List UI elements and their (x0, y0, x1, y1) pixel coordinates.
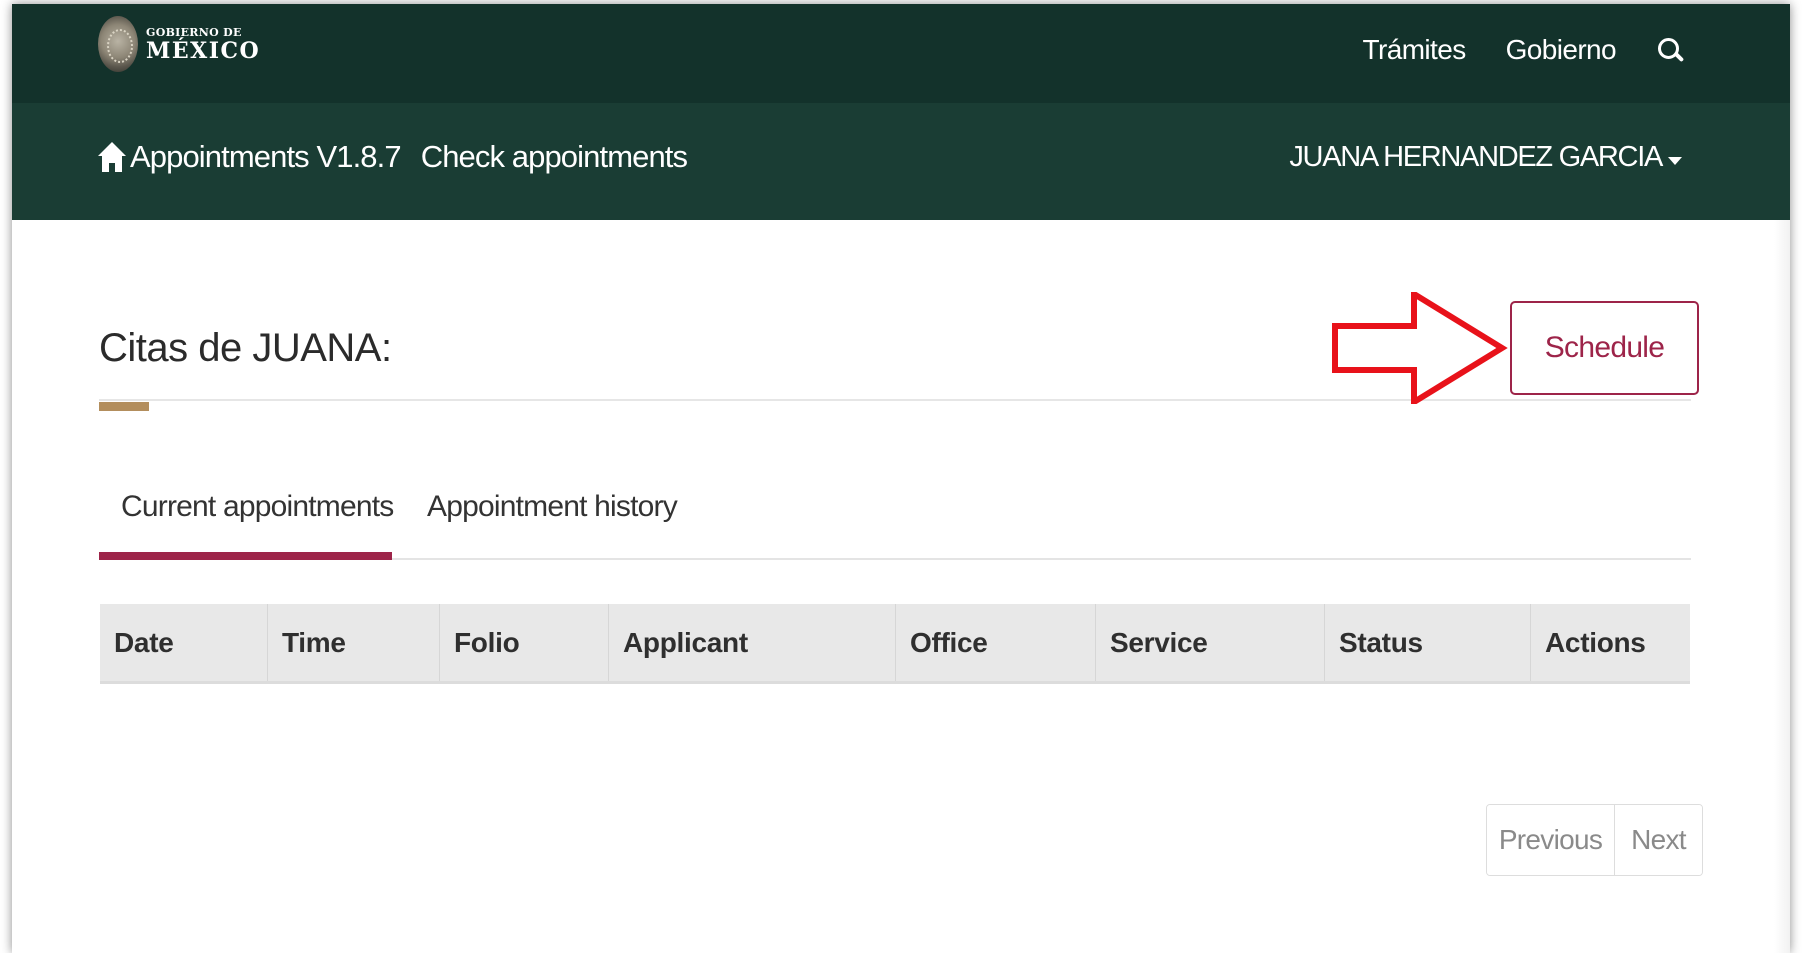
home-icon[interactable] (98, 140, 126, 174)
previous-page-button[interactable]: Previous (1487, 805, 1615, 875)
next-page-button[interactable]: Next (1615, 805, 1702, 875)
page-title: Citas de JUANA: (99, 326, 392, 370)
gobierno-logo[interactable]: GOBIERNO DE MÉXICO (98, 16, 260, 72)
government-nav: Trámites Gobierno (1323, 34, 1685, 66)
app-breadcrumb: Appointments V1.8.7 Check appointments (98, 139, 688, 175)
page-edge-shade (1774, 220, 1790, 953)
government-header: GOBIERNO DE MÉXICO Trámites Gobierno (12, 4, 1790, 103)
red-arrow-annotation-icon (1332, 292, 1508, 404)
column-actions[interactable]: Actions (1531, 604, 1690, 681)
app-title[interactable]: Appointments V1.8.7 (130, 139, 402, 175)
app-header: Appointments V1.8.7 Check appointments J… (12, 103, 1790, 220)
browser-page: GOBIERNO DE MÉXICO Trámites Gobierno App… (12, 4, 1790, 953)
user-menu[interactable]: JUANA HERNANDEZ GARCIA (1289, 141, 1682, 174)
nav-tramites[interactable]: Trámites (1363, 34, 1467, 66)
caret-down-icon (1668, 156, 1682, 165)
user-name: JUANA HERNANDEZ GARCIA (1289, 141, 1663, 173)
column-applicant[interactable]: Applicant (609, 604, 896, 681)
tab-appointment-history[interactable]: Appointment history (427, 490, 678, 524)
tab-current-appointments[interactable]: Current appointments (121, 490, 394, 524)
schedule-button[interactable]: Schedule (1510, 301, 1699, 395)
logo-text: GOBIERNO DE MÉXICO (146, 27, 260, 62)
column-time[interactable]: Time (268, 604, 440, 681)
nav-gobierno[interactable]: Gobierno (1506, 34, 1617, 66)
appointments-table-header: Date Time Folio Applicant Office Service… (100, 604, 1690, 684)
logo-line-2: MÉXICO (146, 37, 261, 64)
column-service[interactable]: Service (1096, 604, 1325, 681)
coat-of-arms-icon (98, 16, 138, 72)
check-appointments-link[interactable]: Check appointments (421, 139, 688, 175)
title-accent-bar (99, 402, 149, 411)
search-icon[interactable] (1656, 36, 1685, 64)
appointment-tabs: Current appointments Appointment history (99, 472, 1691, 560)
column-date[interactable]: Date (100, 604, 268, 681)
active-tab-indicator (99, 552, 392, 560)
column-status[interactable]: Status (1325, 604, 1531, 681)
column-folio[interactable]: Folio (440, 604, 609, 681)
pagination: Previous Next (1486, 804, 1703, 876)
column-office[interactable]: Office (896, 604, 1096, 681)
logo-line-1: GOBIERNO DE (146, 25, 242, 39)
